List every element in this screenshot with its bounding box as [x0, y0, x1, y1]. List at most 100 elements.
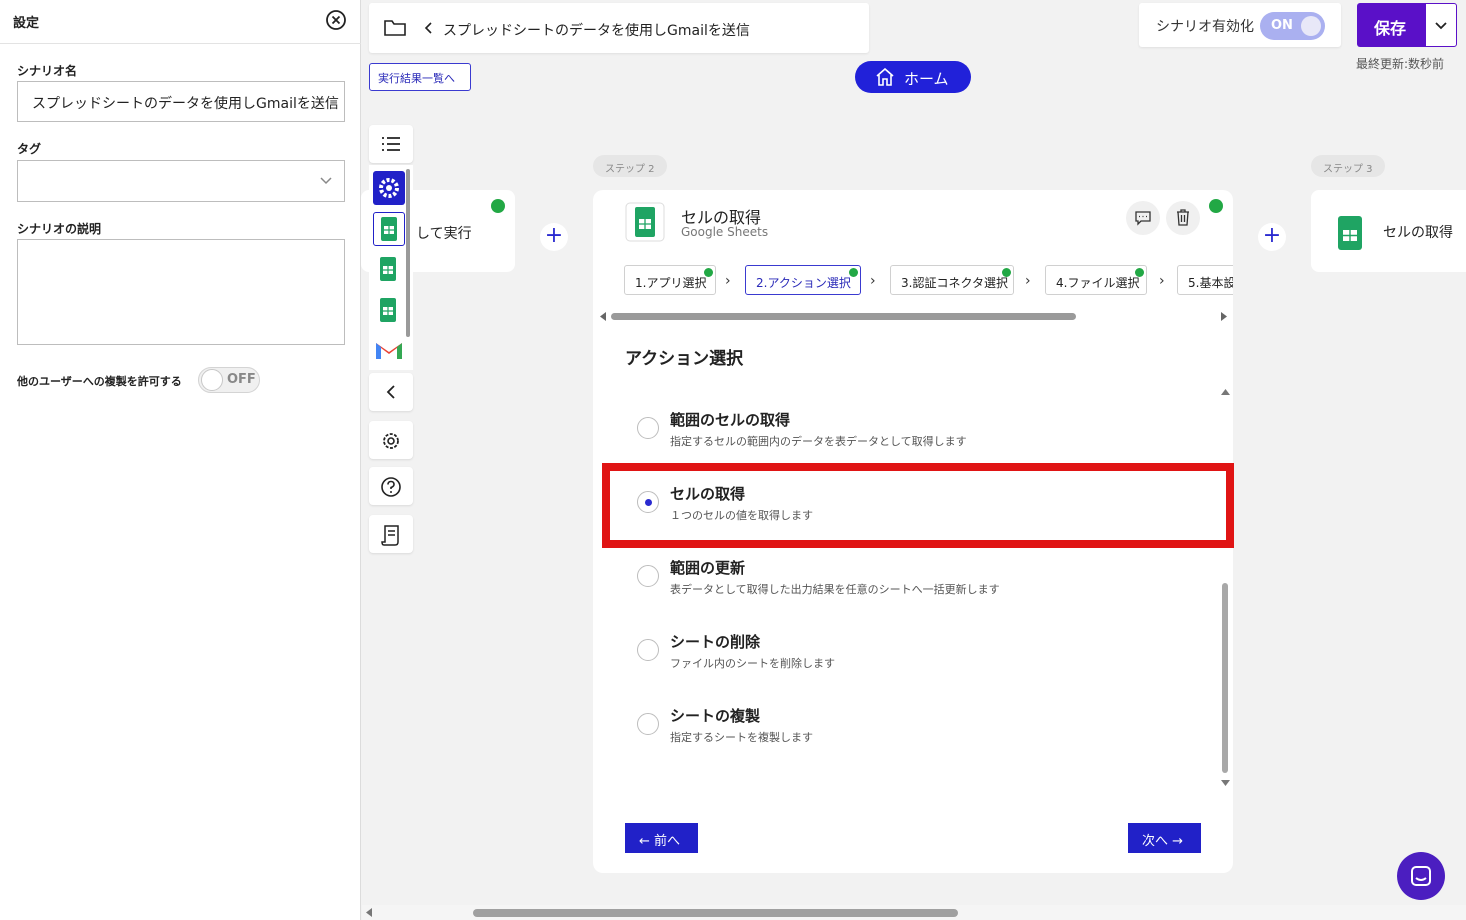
- step-tabs: 1.アプリ選択 › 2.アクション選択 › 3.認証コネクタ選択 › 4.ファイ…: [624, 265, 1233, 299]
- gear-icon: [383, 433, 399, 449]
- tab-basic-settings[interactable]: 5.基本設: [1177, 265, 1233, 295]
- enable-state: ON: [1271, 18, 1293, 33]
- option-title: シートの削除: [670, 633, 761, 651]
- step3-card[interactable]: セルの取得: [1311, 190, 1466, 272]
- radio-button[interactable]: [637, 417, 659, 439]
- option-title: 範囲のセルの取得: [670, 411, 791, 429]
- step3-card-text: セルの取得: [1383, 225, 1453, 241]
- chevron-down-icon: [1435, 22, 1447, 30]
- enable-label: シナリオ有効化: [1156, 19, 1254, 35]
- save-dropdown-button[interactable]: [1425, 3, 1457, 47]
- scenario-name-label: シナリオ名: [17, 64, 78, 78]
- settings-panel: 設定 シナリオ名 スプレッドシートのデータを使用しGmailを送信 タグ シナリ…: [0, 0, 361, 920]
- chat-button[interactable]: [1397, 852, 1445, 900]
- check-icon: [1002, 268, 1011, 277]
- scrollbar-thumb[interactable]: [611, 313, 1076, 320]
- option-update-range[interactable]: 範囲の更新 表データとして取得した出力結果を任意のシートへ一括更新します: [593, 547, 1225, 617]
- collapse-button[interactable]: [369, 373, 413, 411]
- scroll-up-icon[interactable]: [1221, 388, 1230, 396]
- tab-app-select[interactable]: 1.アプリ選択: [624, 265, 716, 295]
- chevron-right-icon: ›: [870, 273, 876, 289]
- help-button[interactable]: [369, 467, 413, 505]
- enable-toggle[interactable]: ON: [1260, 12, 1325, 40]
- option-desc: ファイル内のシートを削除します: [670, 657, 835, 670]
- options-scrollbar-thumb[interactable]: [1222, 583, 1228, 773]
- scenario-title-card: スプレッドシートのデータを使用しGmailを送信: [369, 3, 869, 53]
- home-label: ホーム: [904, 70, 949, 88]
- option-range-cells[interactable]: 範囲のセルの取得 指定するセルの範囲内のデータを表データとして取得します: [593, 399, 1225, 469]
- chevron-left-icon[interactable]: [424, 22, 434, 34]
- check-icon: [491, 199, 505, 213]
- chevron-right-icon: ›: [725, 273, 731, 289]
- description-label: シナリオの説明: [17, 222, 102, 236]
- page-scrollbar[interactable]: [362, 905, 1466, 920]
- option-desc: 指定するセルの範囲内のデータを表データとして取得します: [670, 435, 967, 448]
- option-desc: 表データとして取得した出力結果を任意のシートへ一括更新します: [670, 583, 1000, 596]
- save-label: 保存: [1374, 19, 1407, 38]
- step1-card-text: して実行: [416, 226, 472, 242]
- prev-button[interactable]: ← 前へ: [625, 823, 698, 853]
- tab-label: 3.認証コネクタ選択: [901, 276, 1008, 290]
- comment-icon: [1135, 211, 1151, 226]
- add-step-button[interactable]: +: [540, 223, 568, 251]
- tab-connector-select[interactable]: 3.認証コネクタ選択: [890, 265, 1014, 295]
- comment-button[interactable]: [1126, 201, 1160, 235]
- scrollbar[interactable]: [406, 169, 410, 337]
- step3-pill: ステップ 3: [1311, 155, 1385, 177]
- sheets-icon[interactable]: [373, 294, 405, 328]
- tab-label: 5.基本設: [1188, 276, 1233, 290]
- option-title: シートの複製: [670, 707, 761, 725]
- check-icon: [1135, 268, 1144, 277]
- scroll-down-icon[interactable]: [1221, 779, 1230, 787]
- step2-pill: ステップ 2: [593, 155, 667, 177]
- scroll-right-icon: [1221, 312, 1227, 321]
- sheets-icon[interactable]: [373, 253, 405, 287]
- close-icon[interactable]: [325, 9, 347, 31]
- scroll-left-icon: [366, 908, 372, 917]
- scroll-icon: [381, 525, 399, 546]
- log-button[interactable]: [369, 515, 413, 553]
- scenario-name-input[interactable]: スプレッドシートのデータを使用しGmailを送信: [17, 81, 345, 122]
- option-desc: 指定するシートを複製します: [670, 731, 813, 744]
- scroll-left-icon: [600, 312, 606, 321]
- gmail-icon[interactable]: [373, 335, 405, 369]
- scenario-title: スプレッドシートのデータを使用しGmailを送信: [443, 23, 750, 39]
- tag-select[interactable]: [17, 160, 345, 202]
- check-icon: [1209, 199, 1223, 213]
- list-button[interactable]: [369, 125, 413, 163]
- chevron-right-icon: ›: [1025, 273, 1031, 289]
- settings-button[interactable]: [369, 421, 413, 459]
- option-title: 範囲の更新: [670, 559, 746, 577]
- option-copy-sheet[interactable]: シートの複製 指定するシートを複製します: [593, 695, 1225, 765]
- radio-button[interactable]: [637, 639, 659, 661]
- step-strip: [369, 165, 413, 370]
- tab-file-select[interactable]: 4.ファイル選択: [1045, 265, 1147, 295]
- results-list-link[interactable]: 実行結果一覧へ: [369, 63, 471, 91]
- folder-icon[interactable]: [384, 19, 406, 37]
- card-subtitle: Google Sheets: [681, 225, 769, 239]
- allow-copy-label: 他のユーザーへの複製を許可する: [17, 375, 182, 388]
- allow-copy-toggle[interactable]: OFF: [198, 367, 260, 393]
- scrollbar-thumb[interactable]: [473, 909, 958, 917]
- home-button[interactable]: ホーム: [855, 61, 971, 93]
- add-step-button[interactable]: +: [1258, 223, 1286, 251]
- toggle-knob: [201, 369, 223, 391]
- tabs-scrollbar[interactable]: [600, 311, 1227, 321]
- delete-button[interactable]: [1166, 201, 1200, 235]
- last-updated: 最終更新:数秒前: [1356, 57, 1445, 71]
- home-icon: [876, 68, 894, 86]
- tab-action-select[interactable]: 2.アクション選択: [745, 265, 861, 295]
- section-title: アクション選択: [625, 349, 744, 369]
- check-icon: [849, 268, 858, 277]
- radio-button[interactable]: [637, 713, 659, 735]
- tab-label: 2.アクション選択: [756, 276, 851, 290]
- description-textarea[interactable]: [17, 239, 345, 345]
- toggle-knob: [1301, 16, 1321, 36]
- radio-button[interactable]: [637, 565, 659, 587]
- option-delete-sheet[interactable]: シートの削除 ファイル内のシートを削除します: [593, 621, 1225, 691]
- chevron-left-icon: [386, 385, 395, 399]
- next-button[interactable]: 次へ →: [1128, 823, 1201, 853]
- sheets-icon[interactable]: [373, 212, 405, 246]
- gear-icon[interactable]: [373, 171, 405, 205]
- save-button[interactable]: 保存: [1357, 3, 1425, 47]
